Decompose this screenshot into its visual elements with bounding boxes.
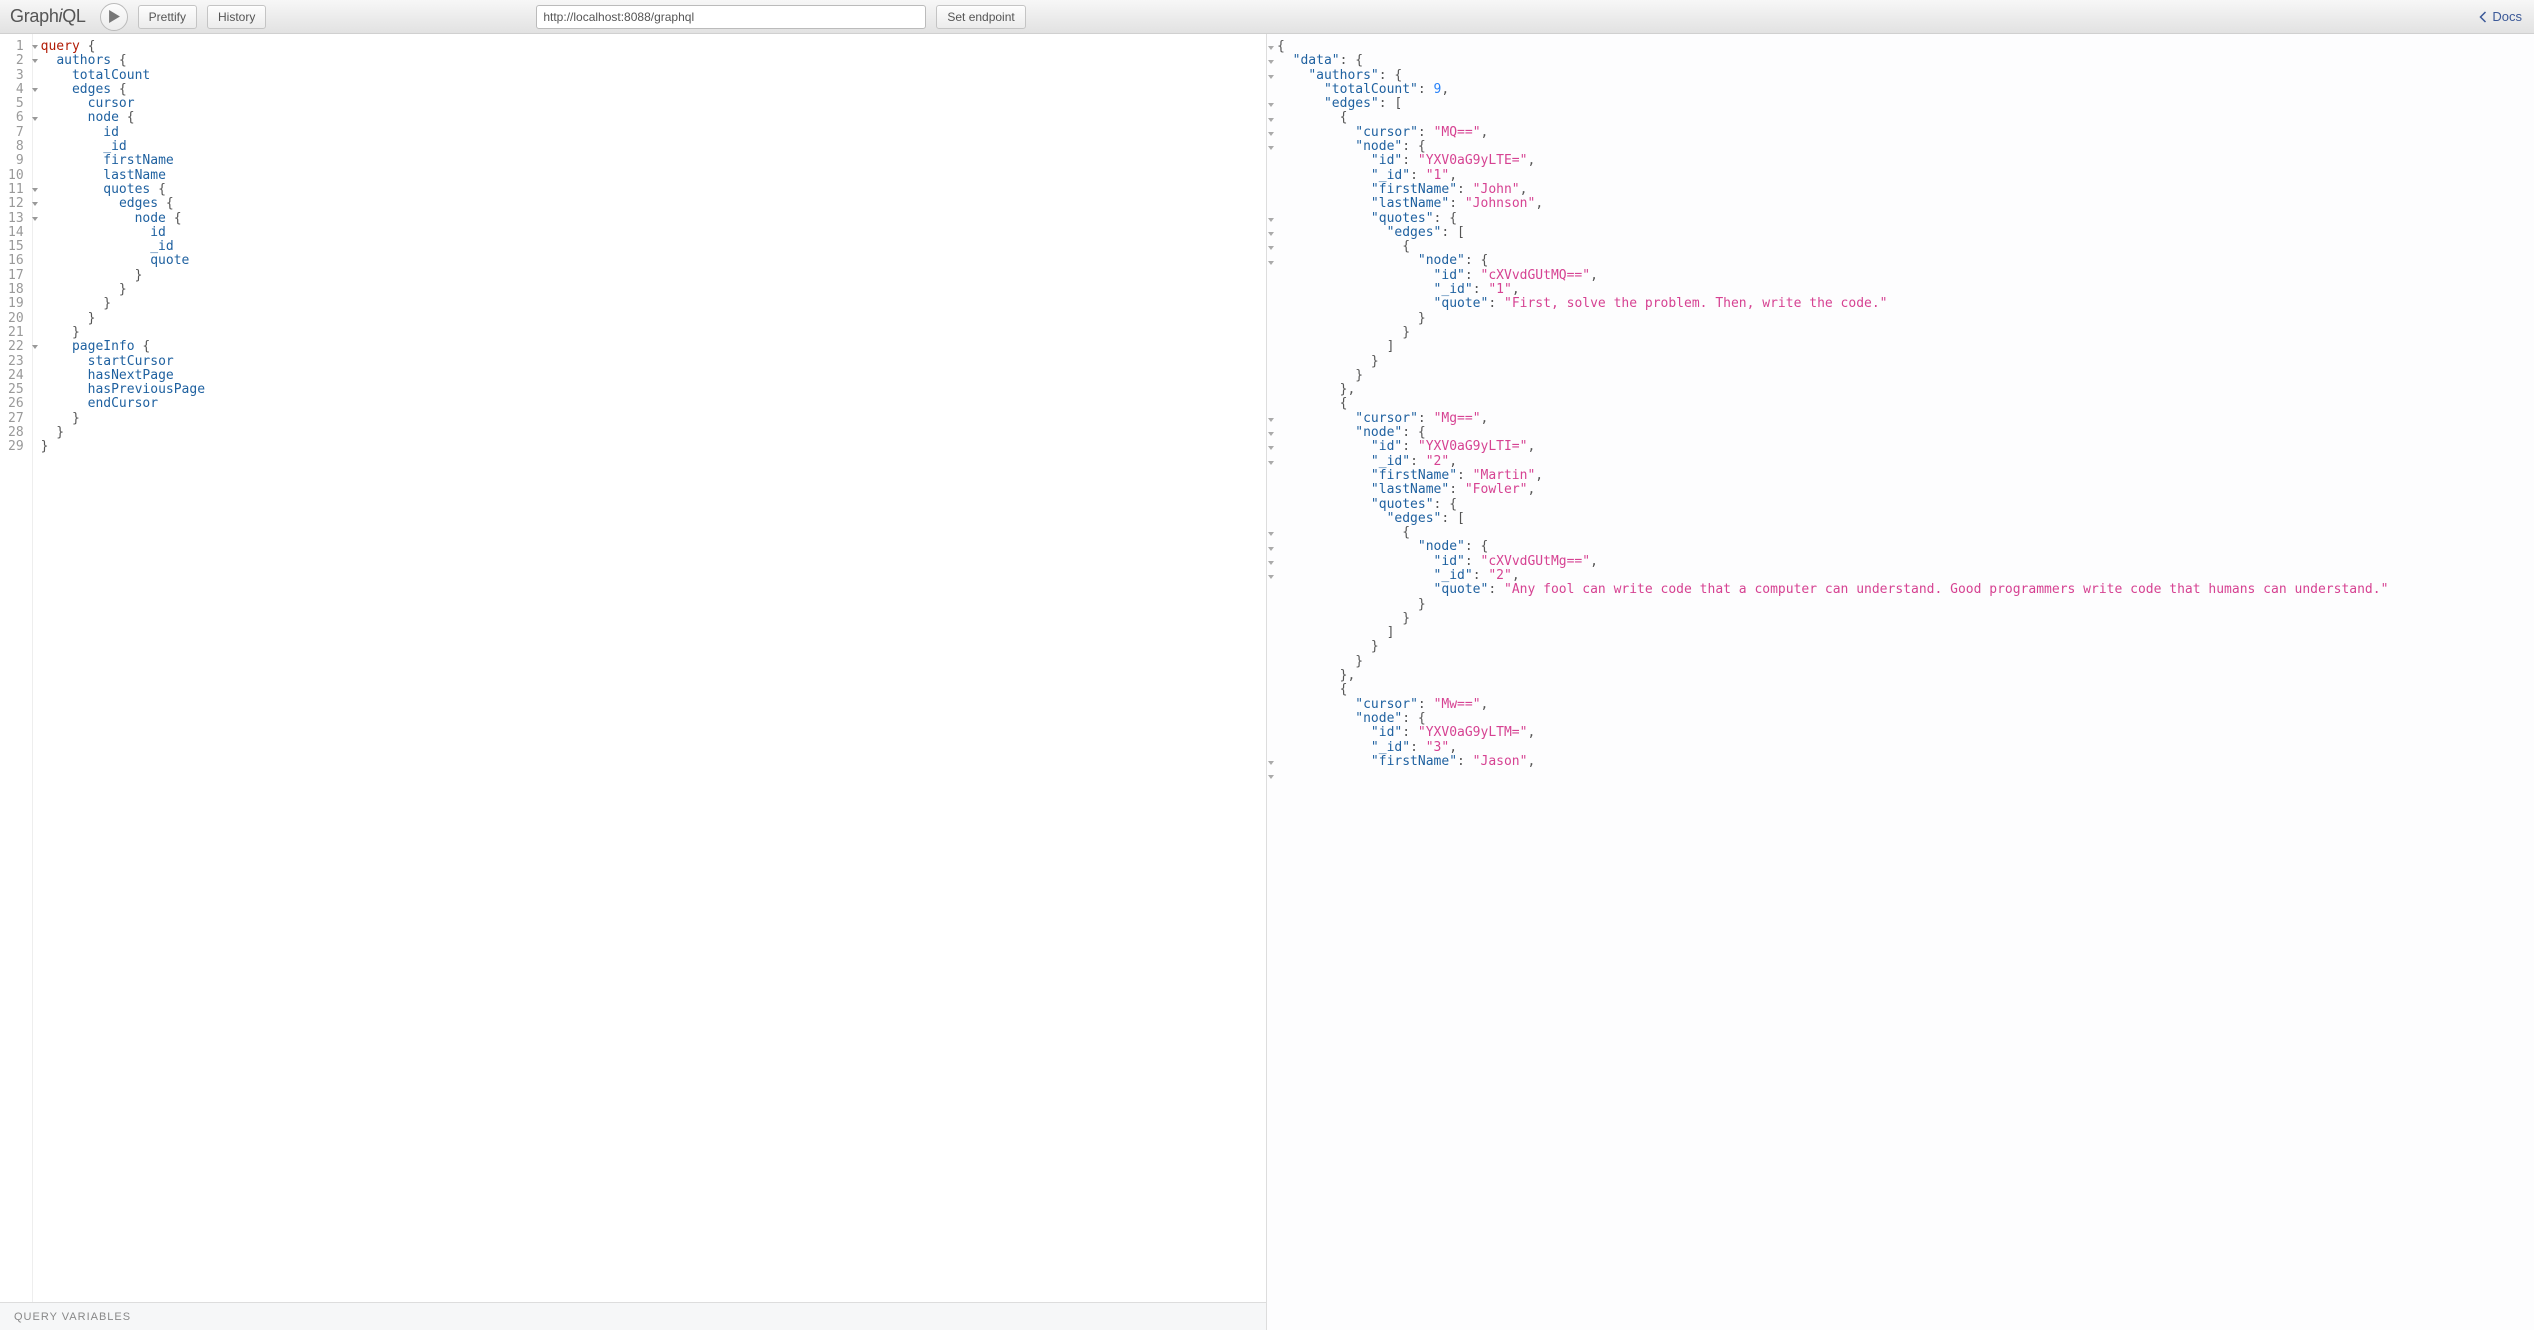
docs-label: Docs <box>2492 9 2522 24</box>
query-editor[interactable]: 1234567891011121314151617181920212223242… <box>0 34 1266 1302</box>
query-code[interactable]: query { authors { totalCount edges { cur… <box>33 34 1266 1302</box>
execute-button[interactable] <box>100 3 128 31</box>
endpoint-input[interactable] <box>536 5 926 29</box>
result-code: { "data": { "authors": { "totalCount": 9… <box>1267 34 2534 1330</box>
toolbar: GraphiQL Prettify History Set endpoint D… <box>0 0 2534 34</box>
play-icon <box>109 10 120 23</box>
docs-toggle[interactable]: Docs <box>2479 9 2524 24</box>
prettify-button[interactable]: Prettify <box>138 5 197 29</box>
result-pane: { "data": { "authors": { "totalCount": 9… <box>1267 34 2534 1330</box>
result-fold-gutter <box>1267 34 1278 1330</box>
history-button[interactable]: History <box>207 5 266 29</box>
query-gutter: 1234567891011121314151617181920212223242… <box>0 34 33 1302</box>
query-editor-pane: 1234567891011121314151617181920212223242… <box>0 34 1267 1330</box>
chevron-left-icon <box>2479 11 2488 23</box>
graphiql-logo: GraphiQL <box>10 6 86 27</box>
workspace: 1234567891011121314151617181920212223242… <box>0 34 2534 1330</box>
result-viewer[interactable]: { "data": { "authors": { "totalCount": 9… <box>1267 34 2534 1330</box>
set-endpoint-button[interactable]: Set endpoint <box>936 5 1025 29</box>
query-variables-bar[interactable]: Query Variables <box>0 1302 1266 1330</box>
